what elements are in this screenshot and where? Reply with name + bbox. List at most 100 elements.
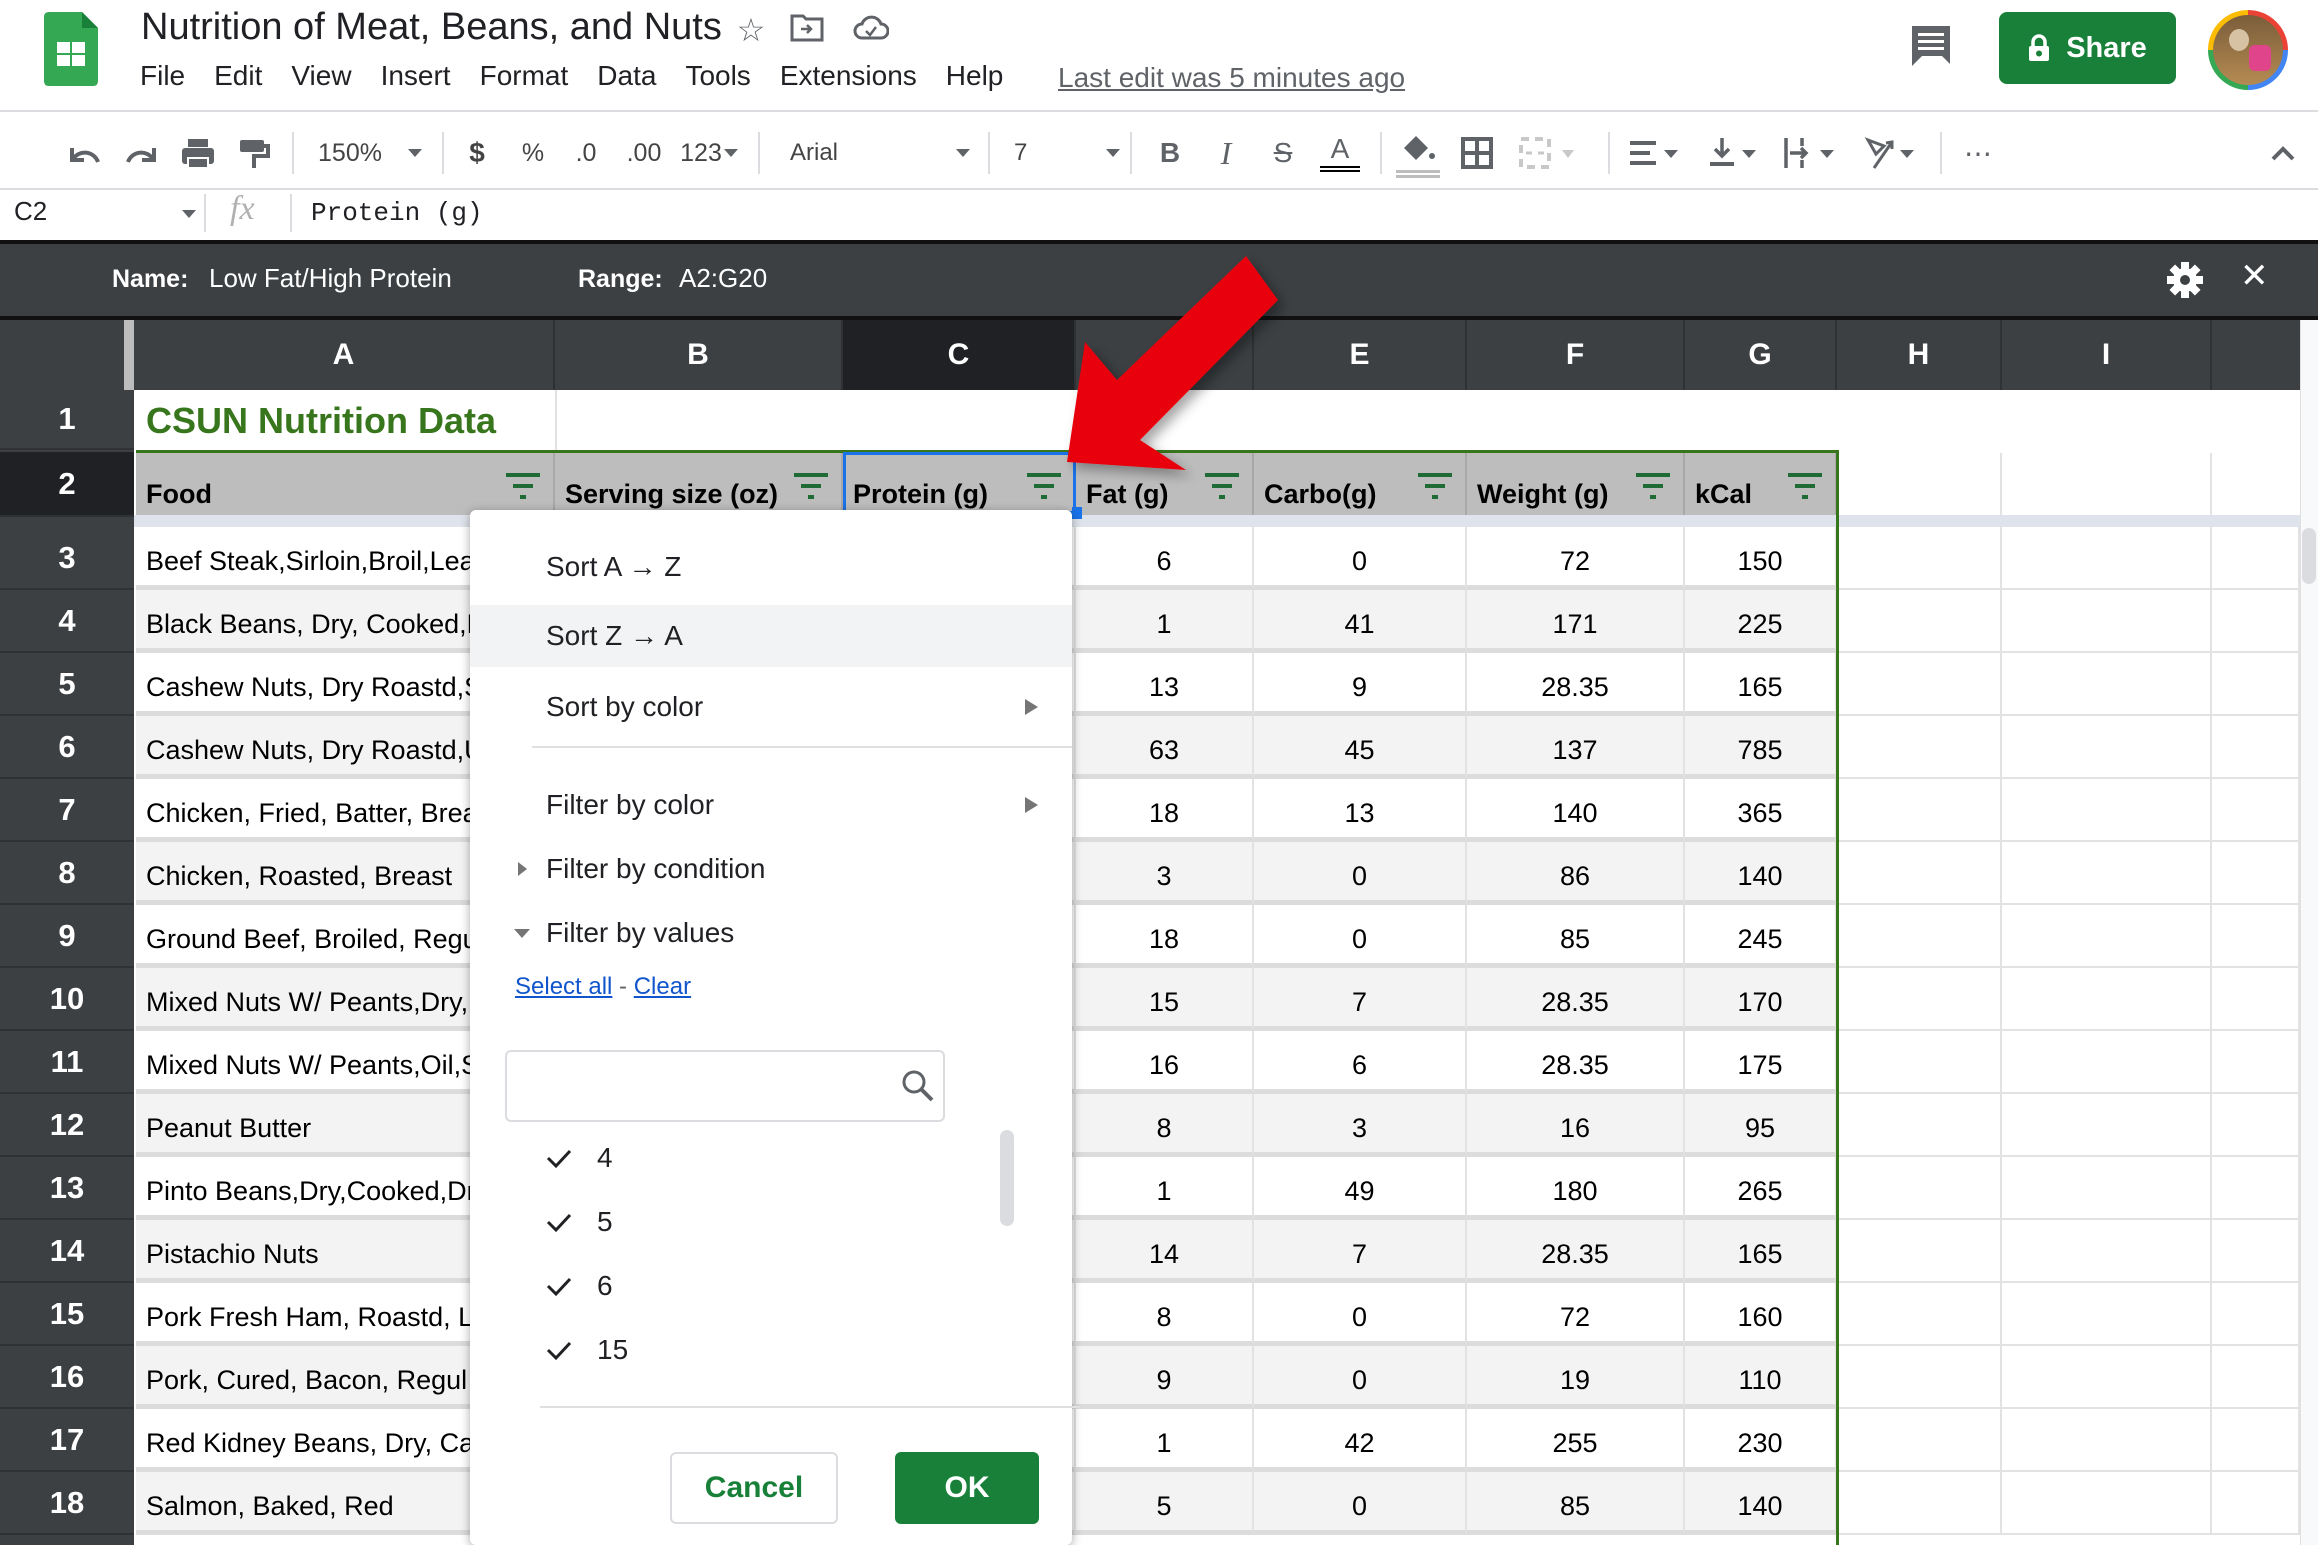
value-cell[interactable]: 9 <box>1254 653 1467 716</box>
name-box-dropdown-icon[interactable] <box>182 210 196 218</box>
italic-button[interactable]: I <box>1212 118 1240 188</box>
value-cell[interactable]: 14 <box>1076 1220 1254 1283</box>
empty-cell[interactable] <box>1839 527 2002 590</box>
header-cell[interactable]: Serving size (oz) <box>555 453 843 518</box>
filter-icon[interactable] <box>793 473 829 503</box>
filter-value-item[interactable]: 5 <box>545 1202 613 1242</box>
filter-name-input[interactable]: Low Fat/High Protein <box>209 263 452 294</box>
value-cell[interactable]: 13 <box>1254 779 1467 842</box>
column-header-d[interactable]: D <box>1076 320 1254 390</box>
empty-cell[interactable] <box>1839 590 2002 653</box>
account-avatar[interactable] <box>2208 10 2288 90</box>
empty-cell[interactable] <box>1839 1031 2002 1094</box>
print-icon[interactable] <box>178 118 218 188</box>
zoom-select[interactable]: 150% <box>310 118 430 188</box>
value-cell[interactable]: 8 <box>1076 1283 1254 1346</box>
value-cell[interactable]: 72 <box>1467 1283 1685 1346</box>
value-cell[interactable]: 160 <box>1685 1283 1837 1346</box>
value-cell[interactable]: 265 <box>1685 1157 1837 1220</box>
empty-cell[interactable] <box>1839 905 2002 968</box>
value-cell[interactable]: 0 <box>1254 1283 1467 1346</box>
star-icon[interactable]: ☆ <box>731 10 771 50</box>
sheet-title-cell[interactable]: CSUN Nutrition Data <box>136 390 556 448</box>
empty-cell[interactable] <box>2002 527 2212 590</box>
increase-decimal-button[interactable]: .00 <box>622 118 666 188</box>
value-cell[interactable]: 86 <box>1467 842 1685 905</box>
value-cell[interactable]: 85 <box>1467 1472 1685 1535</box>
decrease-decimal-button[interactable]: .0 <box>566 118 606 188</box>
value-cell[interactable]: 95 <box>1685 1094 1837 1157</box>
filter-icon[interactable] <box>1787 473 1823 503</box>
row-header-13[interactable]: 13 <box>0 1157 134 1220</box>
percent-format-button[interactable]: % <box>518 118 548 188</box>
row-header-15[interactable]: 15 <box>0 1283 134 1346</box>
value-cell[interactable]: 365 <box>1685 779 1837 842</box>
empty-cell[interactable] <box>2212 1031 2300 1094</box>
filter-by-condition-item[interactable]: Filter by condition <box>470 838 1072 900</box>
merge-cells-icon[interactable] <box>1518 118 1590 188</box>
empty-cell[interactable] <box>1839 653 2002 716</box>
value-cell[interactable]: 16 <box>1076 1031 1254 1094</box>
empty-cell[interactable] <box>2002 1031 2212 1094</box>
column-header-e[interactable]: E <box>1254 320 1467 390</box>
row-header-9[interactable]: 9 <box>0 905 134 968</box>
menu-view[interactable]: View <box>291 60 368 92</box>
column-header-a[interactable]: A <box>134 320 555 390</box>
text-wrapping-icon[interactable] <box>1782 118 1844 188</box>
value-cell[interactable]: 0 <box>1254 527 1467 590</box>
empty-cell[interactable] <box>1839 1283 2002 1346</box>
more-options-button[interactable]: ⋯ <box>1960 118 1996 188</box>
row-header-14[interactable]: 14 <box>0 1220 134 1283</box>
header-cell[interactable]: Food <box>136 453 555 518</box>
value-cell[interactable]: 225 <box>1685 590 1837 653</box>
empty-cell[interactable] <box>2002 968 2212 1031</box>
empty-cell[interactable] <box>2212 842 2300 905</box>
value-cell[interactable]: 28.35 <box>1467 1031 1685 1094</box>
row-header-17[interactable]: 17 <box>0 1409 134 1472</box>
ok-button[interactable]: OK <box>895 1452 1039 1524</box>
column-header-b[interactable]: B <box>555 320 843 390</box>
select-all-link[interactable]: Select all <box>515 973 612 1000</box>
empty-cell[interactable] <box>2212 1157 2300 1220</box>
formula-input[interactable]: Protein (g) <box>311 198 483 228</box>
vertical-align-icon[interactable] <box>1706 118 1766 188</box>
menu-edit[interactable]: Edit <box>214 60 279 92</box>
empty-cell[interactable] <box>2002 905 2212 968</box>
currency-format-button[interactable]: $ <box>462 118 492 188</box>
vertical-scrollbar-thumb[interactable] <box>2302 528 2316 584</box>
value-cell[interactable]: 175 <box>1685 1031 1837 1094</box>
close-icon[interactable]: ✕ <box>2240 256 2269 296</box>
value-cell[interactable]: 85 <box>1467 905 1685 968</box>
value-cell[interactable]: 0 <box>1254 905 1467 968</box>
row-header-16[interactable]: 16 <box>0 1346 134 1409</box>
empty-cell[interactable] <box>2212 1283 2300 1346</box>
value-cell[interactable]: 7 <box>1254 968 1467 1031</box>
text-color-button[interactable]: A <box>1318 118 1362 188</box>
menu-data[interactable]: Data <box>597 60 673 92</box>
empty-cell[interactable] <box>2212 1220 2300 1283</box>
empty-cell[interactable] <box>2212 1472 2300 1535</box>
column-header-h[interactable]: H <box>1837 320 2002 390</box>
value-cell[interactable]: 41 <box>1254 590 1467 653</box>
filter-value-item[interactable]: 15 <box>545 1330 628 1370</box>
value-cell[interactable]: 140 <box>1467 779 1685 842</box>
row-header-3[interactable]: 3 <box>0 527 134 590</box>
horizontal-align-icon[interactable] <box>1626 118 1688 188</box>
empty-cell[interactable] <box>2212 653 2300 716</box>
empty-cell[interactable] <box>2002 716 2212 779</box>
row-header-6[interactable]: 6 <box>0 716 134 779</box>
value-cell[interactable]: 110 <box>1685 1346 1837 1409</box>
value-cell[interactable]: 1 <box>1076 590 1254 653</box>
empty-cell[interactable] <box>1839 1220 2002 1283</box>
value-cell[interactable]: 6 <box>1254 1031 1467 1094</box>
filter-icon[interactable] <box>1635 473 1671 503</box>
value-cell[interactable]: 137 <box>1467 716 1685 779</box>
value-cell[interactable]: 8 <box>1076 1094 1254 1157</box>
value-cell[interactable]: 42 <box>1254 1409 1467 1472</box>
empty-cell[interactable] <box>2212 905 2300 968</box>
row-header-8[interactable]: 8 <box>0 842 134 905</box>
empty-cell[interactable] <box>2002 842 2212 905</box>
fill-color-icon[interactable] <box>1396 118 1440 188</box>
sort-by-color-item[interactable]: Sort by color <box>470 676 1072 738</box>
row-header-2[interactable]: 2 <box>0 452 134 517</box>
